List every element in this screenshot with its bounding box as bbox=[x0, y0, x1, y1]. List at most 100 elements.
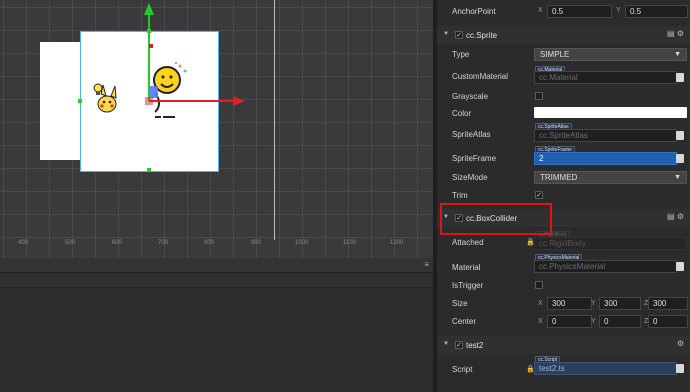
resize-handle-left[interactable] bbox=[78, 99, 82, 103]
color-row: Color bbox=[437, 105, 690, 123]
center-z-field[interactable]: 0 bbox=[648, 315, 688, 328]
book-icon[interactable]: ▤ bbox=[667, 212, 675, 221]
anchor-point-row: AnchorPoint X 0.5 Y 0.5 bbox=[437, 3, 690, 21]
sprite-frame-row: SpriteFrame cc.SpriteFrame 2 bbox=[437, 145, 690, 167]
istrigger-row: IsTrigger bbox=[437, 277, 690, 295]
sprite-frame-label: SpriteFrame bbox=[452, 154, 497, 163]
sprite-atlas-label: SpriteAtlas bbox=[452, 130, 491, 139]
anchor-x-field[interactable]: 0.5 bbox=[547, 5, 612, 18]
menu-icon[interactable]: ≡ bbox=[424, 260, 429, 269]
test2-title: test2 bbox=[466, 341, 484, 350]
component-actions: ▤ ⚙ bbox=[667, 212, 684, 221]
ruler-label: 1000 bbox=[295, 240, 309, 246]
ruler-label: 1200 bbox=[390, 240, 404, 246]
size-mode-select[interactable]: TRIMMED ▼ bbox=[534, 171, 687, 184]
design-resolution-line bbox=[274, 0, 275, 240]
attached-field: cc.RigidBody bbox=[534, 237, 687, 250]
collapse-arrow-icon[interactable]: ▼ bbox=[443, 31, 449, 37]
sprite-component-header[interactable]: ▼ ✓ cc.Sprite ▤ ⚙ bbox=[437, 26, 690, 44]
test2-enabled-checkbox[interactable]: ✓ bbox=[455, 341, 463, 349]
size-label: Size bbox=[452, 299, 468, 308]
gear-icon[interactable]: ⚙ bbox=[677, 212, 684, 221]
axis-x-label: X bbox=[538, 7, 543, 14]
material-row: Material cc.PhysicsMaterial cc.PhysicsMa… bbox=[437, 254, 690, 276]
trim-checkbox[interactable]: ✓ bbox=[535, 191, 543, 199]
script-field: test2.ts bbox=[534, 362, 677, 375]
gear-icon[interactable]: ⚙ bbox=[677, 339, 684, 348]
type-label: Type bbox=[452, 50, 470, 59]
background-node[interactable] bbox=[40, 42, 80, 160]
bottom-panel-toolbar: ≡ bbox=[0, 258, 433, 273]
size-z-field[interactable]: 300 bbox=[648, 297, 688, 310]
color-label: Color bbox=[452, 109, 472, 118]
anchor-y-field[interactable]: 0.5 bbox=[625, 5, 688, 18]
ruler-label: 700 bbox=[158, 240, 169, 246]
anchor-point-label: AnchorPoint bbox=[452, 7, 496, 16]
type-value: SIMPLE bbox=[540, 50, 570, 59]
highlight-annotation bbox=[440, 203, 552, 235]
custom-material-field[interactable]: cc.Material bbox=[534, 71, 677, 84]
grip-icon[interactable] bbox=[676, 364, 684, 373]
sprite-type-row: Type SIMPLE ▼ bbox=[437, 46, 690, 64]
ruler-label: 400 bbox=[18, 240, 29, 246]
size-row: Size X 300 Y 300 Z 300 bbox=[437, 295, 690, 313]
grip-icon[interactable] bbox=[676, 262, 684, 271]
istrigger-checkbox[interactable] bbox=[535, 281, 543, 289]
gear-icon[interactable]: ⚙ bbox=[677, 29, 684, 38]
grip-icon[interactable] bbox=[676, 154, 684, 163]
move-gizmo[interactable] bbox=[140, 0, 250, 110]
grayscale-label: Grayscale bbox=[452, 92, 489, 101]
size-mode-row: SizeMode TRIMMED ▼ bbox=[437, 169, 690, 187]
axis-y-label: Y bbox=[591, 300, 596, 307]
center-x-field[interactable]: 0 bbox=[547, 315, 592, 328]
component-actions: ▤ ⚙ bbox=[667, 29, 684, 38]
type-select[interactable]: SIMPLE ▼ bbox=[534, 48, 687, 61]
istrigger-label: IsTrigger bbox=[452, 281, 484, 290]
caret-down-icon: ▼ bbox=[674, 51, 681, 58]
grip-icon[interactable] bbox=[676, 73, 684, 82]
attached-label: Attached bbox=[452, 238, 484, 247]
custom-material-label: CustomMaterial bbox=[452, 72, 509, 81]
axis-x-label: X bbox=[538, 318, 543, 325]
script-label: Script bbox=[452, 365, 473, 374]
resize-handle-bottom[interactable] bbox=[147, 168, 151, 172]
size-mode-value: TRIMMED bbox=[540, 173, 578, 182]
sprite-enabled-checkbox[interactable]: ✓ bbox=[455, 31, 463, 39]
ruler-label: 600 bbox=[112, 240, 123, 246]
inspector-panel: AnchorPoint X 0.5 Y 0.5 ▼ ✓ cc.Sprite ▤ … bbox=[437, 0, 690, 392]
ruler-label: 800 bbox=[204, 240, 215, 246]
material-field[interactable]: cc.PhysicsMaterial bbox=[534, 260, 677, 273]
test2-component-header[interactable]: ▼ ✓ test2 ⚙ bbox=[437, 336, 690, 354]
axis-x-label: X bbox=[538, 300, 543, 307]
size-y-field[interactable]: 300 bbox=[599, 297, 641, 310]
custom-material-row: CustomMaterial cc.Material cc.Material bbox=[437, 66, 690, 88]
grayscale-checkbox[interactable] bbox=[535, 92, 543, 100]
sprite-frame-field[interactable]: 2 bbox=[534, 152, 677, 165]
grayscale-row: Grayscale bbox=[437, 88, 690, 106]
bottom-panel-subbar bbox=[0, 273, 433, 288]
axis-y-label: Y bbox=[616, 7, 621, 14]
ruler-label: 500 bbox=[65, 240, 76, 246]
axis-y-label: Y bbox=[591, 318, 596, 325]
center-row: Center X 0 Y 0 Z 0 bbox=[437, 313, 690, 331]
ruler-label: 900 bbox=[251, 240, 262, 246]
collapse-arrow-icon[interactable]: ▼ bbox=[443, 341, 449, 347]
material-label: Material bbox=[452, 263, 481, 272]
caret-down-icon: ▼ bbox=[674, 174, 681, 181]
bottom-panel: ≡ bbox=[0, 258, 433, 392]
sprite-title: cc.Sprite bbox=[466, 31, 498, 40]
book-icon[interactable]: ▤ bbox=[667, 29, 675, 38]
center-y-field[interactable]: 0 bbox=[599, 315, 641, 328]
sprite-atlas-field[interactable]: cc.SpriteAtlas bbox=[534, 129, 677, 142]
sprite-atlas-row: SpriteAtlas cc.SpriteAtlas cc.SpriteAtla… bbox=[437, 122, 690, 144]
trim-label: Trim bbox=[452, 191, 468, 200]
color-swatch[interactable] bbox=[534, 107, 687, 118]
size-x-field[interactable]: 300 bbox=[547, 297, 592, 310]
component-actions: ⚙ bbox=[677, 339, 684, 348]
grip-icon[interactable] bbox=[676, 131, 684, 140]
scene-view[interactable]: 400 500 600 700 800 900 1000 1100 1200 bbox=[0, 0, 433, 258]
size-mode-label: SizeMode bbox=[452, 173, 488, 182]
pikachu-sprite bbox=[93, 83, 117, 113]
center-label: Center bbox=[452, 317, 477, 326]
ruler-label: 1100 bbox=[343, 240, 356, 246]
